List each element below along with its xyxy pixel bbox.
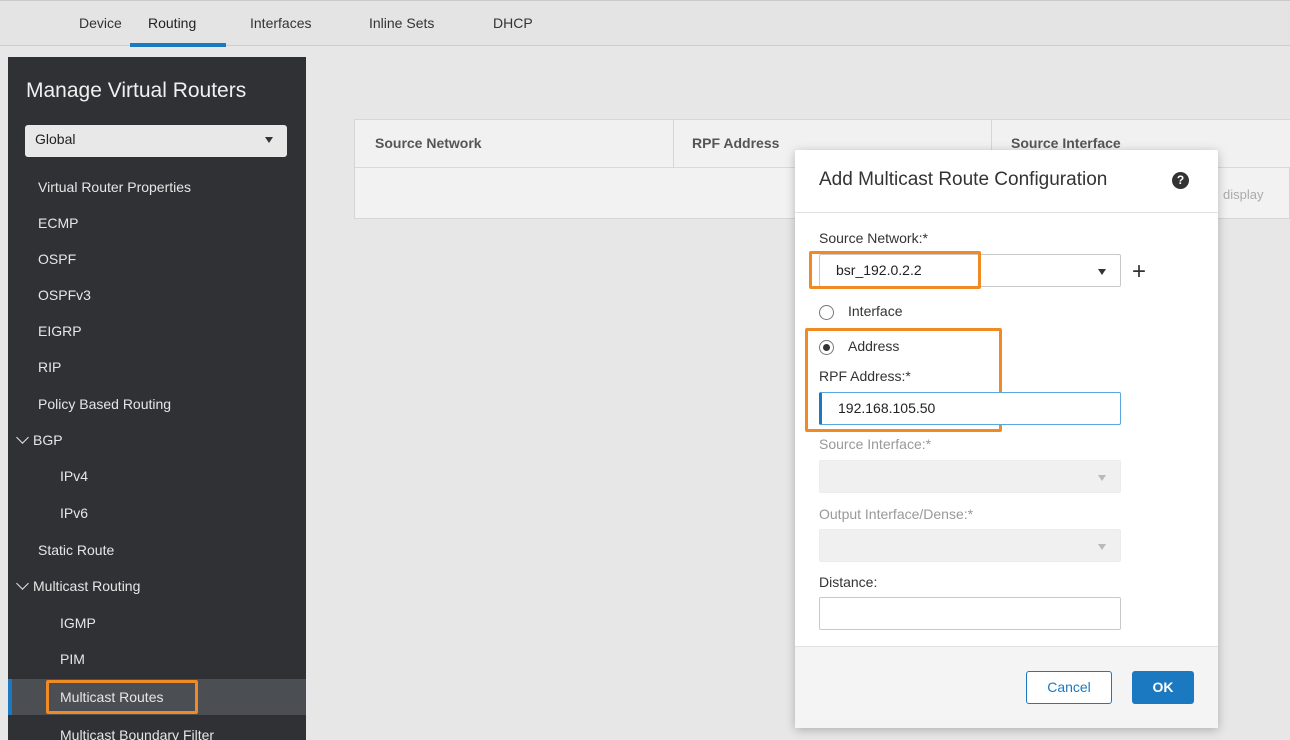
sidebar-item-eigrp[interactable]: EIGRP [8,313,306,349]
ok-button[interactable]: OK [1132,671,1194,704]
sidebar-item-multicast-boundary-filter[interactable]: Multicast Boundary Filter [8,717,306,740]
cancel-button[interactable]: Cancel [1026,671,1112,704]
dialog-divider [795,212,1218,213]
sidebar-item-policy-based-routing[interactable]: Policy Based Routing [8,386,306,422]
virtual-router-select-value: Global [35,131,76,147]
column-header-source-network[interactable]: Source Network [375,135,482,151]
tab-routing[interactable]: Routing [148,15,196,31]
caret-down-icon [1098,544,1106,550]
rpf-address-value: 192.168.105.50 [838,400,936,416]
sidebar-group-bgp[interactable]: BGP [8,422,306,458]
caret-down-icon [1098,475,1106,481]
source-network-label: Source Network:* [819,230,928,246]
app-frame: Device Routing Interfaces Inline Sets DH… [0,0,1290,740]
column-header-rpf-address[interactable]: RPF Address [692,135,779,151]
caret-down-icon [1098,269,1106,275]
table-empty-text: display [1223,187,1264,202]
caret-down-icon [265,137,273,143]
sidebar-item-pim[interactable]: PIM [8,641,306,677]
source-network-highlight [809,251,981,289]
output-interface-label: Output Interface/Dense:* [819,506,974,522]
tab-interfaces[interactable]: Interfaces [250,15,311,31]
dialog-title: Add Multicast Route Configuration [819,169,1108,190]
address-radio-label: Address [848,338,900,354]
rpf-address-label: RPF Address:* [819,368,911,384]
virtual-router-select[interactable]: Global [25,125,287,157]
output-interface-select[interactable] [819,529,1121,562]
sidebar-item-igmp[interactable]: IGMP [8,605,306,641]
distance-label: Distance: [819,574,878,590]
sidebar-group-multicast-routing[interactable]: Multicast Routing [8,568,306,604]
active-tab-indicator [130,43,226,47]
interface-radio-label: Interface [848,303,903,319]
rpf-address-input[interactable]: 192.168.105.50 [819,392,1121,425]
sidebar-title: Manage Virtual Routers [26,79,247,102]
address-radio[interactable] [819,340,834,355]
tab-device[interactable]: Device [79,15,122,31]
add-network-plus-icon[interactable]: + [1132,260,1146,284]
tab-dhcp[interactable]: DHCP [493,15,533,31]
sidebar-item-ecmp[interactable]: ECMP [8,205,306,241]
sidebar-item-rip[interactable]: RIP [8,349,306,385]
top-tab-bar: Device Routing Interfaces Inline Sets DH… [0,0,1290,47]
source-interface-label: Source Interface:* [819,436,932,452]
sidebar-item-bgp-ipv4[interactable]: IPv4 [8,458,306,494]
column-header-source-interface[interactable]: Source Interface [1011,135,1121,151]
dialog-footer: Cancel OK [795,646,1218,728]
interface-radio[interactable] [819,305,834,320]
highlight-box [46,680,198,714]
source-interface-select[interactable] [819,460,1121,493]
selected-indicator [8,679,12,715]
tab-inline-sets[interactable]: Inline Sets [369,15,434,31]
column-divider [673,120,674,168]
help-icon[interactable]: ? [1172,172,1189,189]
sidebar-item-ospfv3[interactable]: OSPFv3 [8,277,306,313]
chevron-down-icon [16,431,29,444]
sidebar-item-static-route[interactable]: Static Route [8,532,306,568]
chevron-down-icon [16,577,29,590]
distance-input[interactable] [819,597,1121,630]
sidebar-item-multicast-routes[interactable]: Multicast Routes [8,679,306,715]
add-multicast-route-dialog: Add Multicast Route Configuration ? Sour… [795,150,1218,728]
sidebar-item-ospf[interactable]: OSPF [8,241,306,277]
sidebar-item-bgp-ipv6[interactable]: IPv6 [8,495,306,531]
sidebar-item-virtual-router-properties[interactable]: Virtual Router Properties [8,169,306,205]
sidebar: Manage Virtual Routers Global Virtual Ro… [8,57,306,740]
